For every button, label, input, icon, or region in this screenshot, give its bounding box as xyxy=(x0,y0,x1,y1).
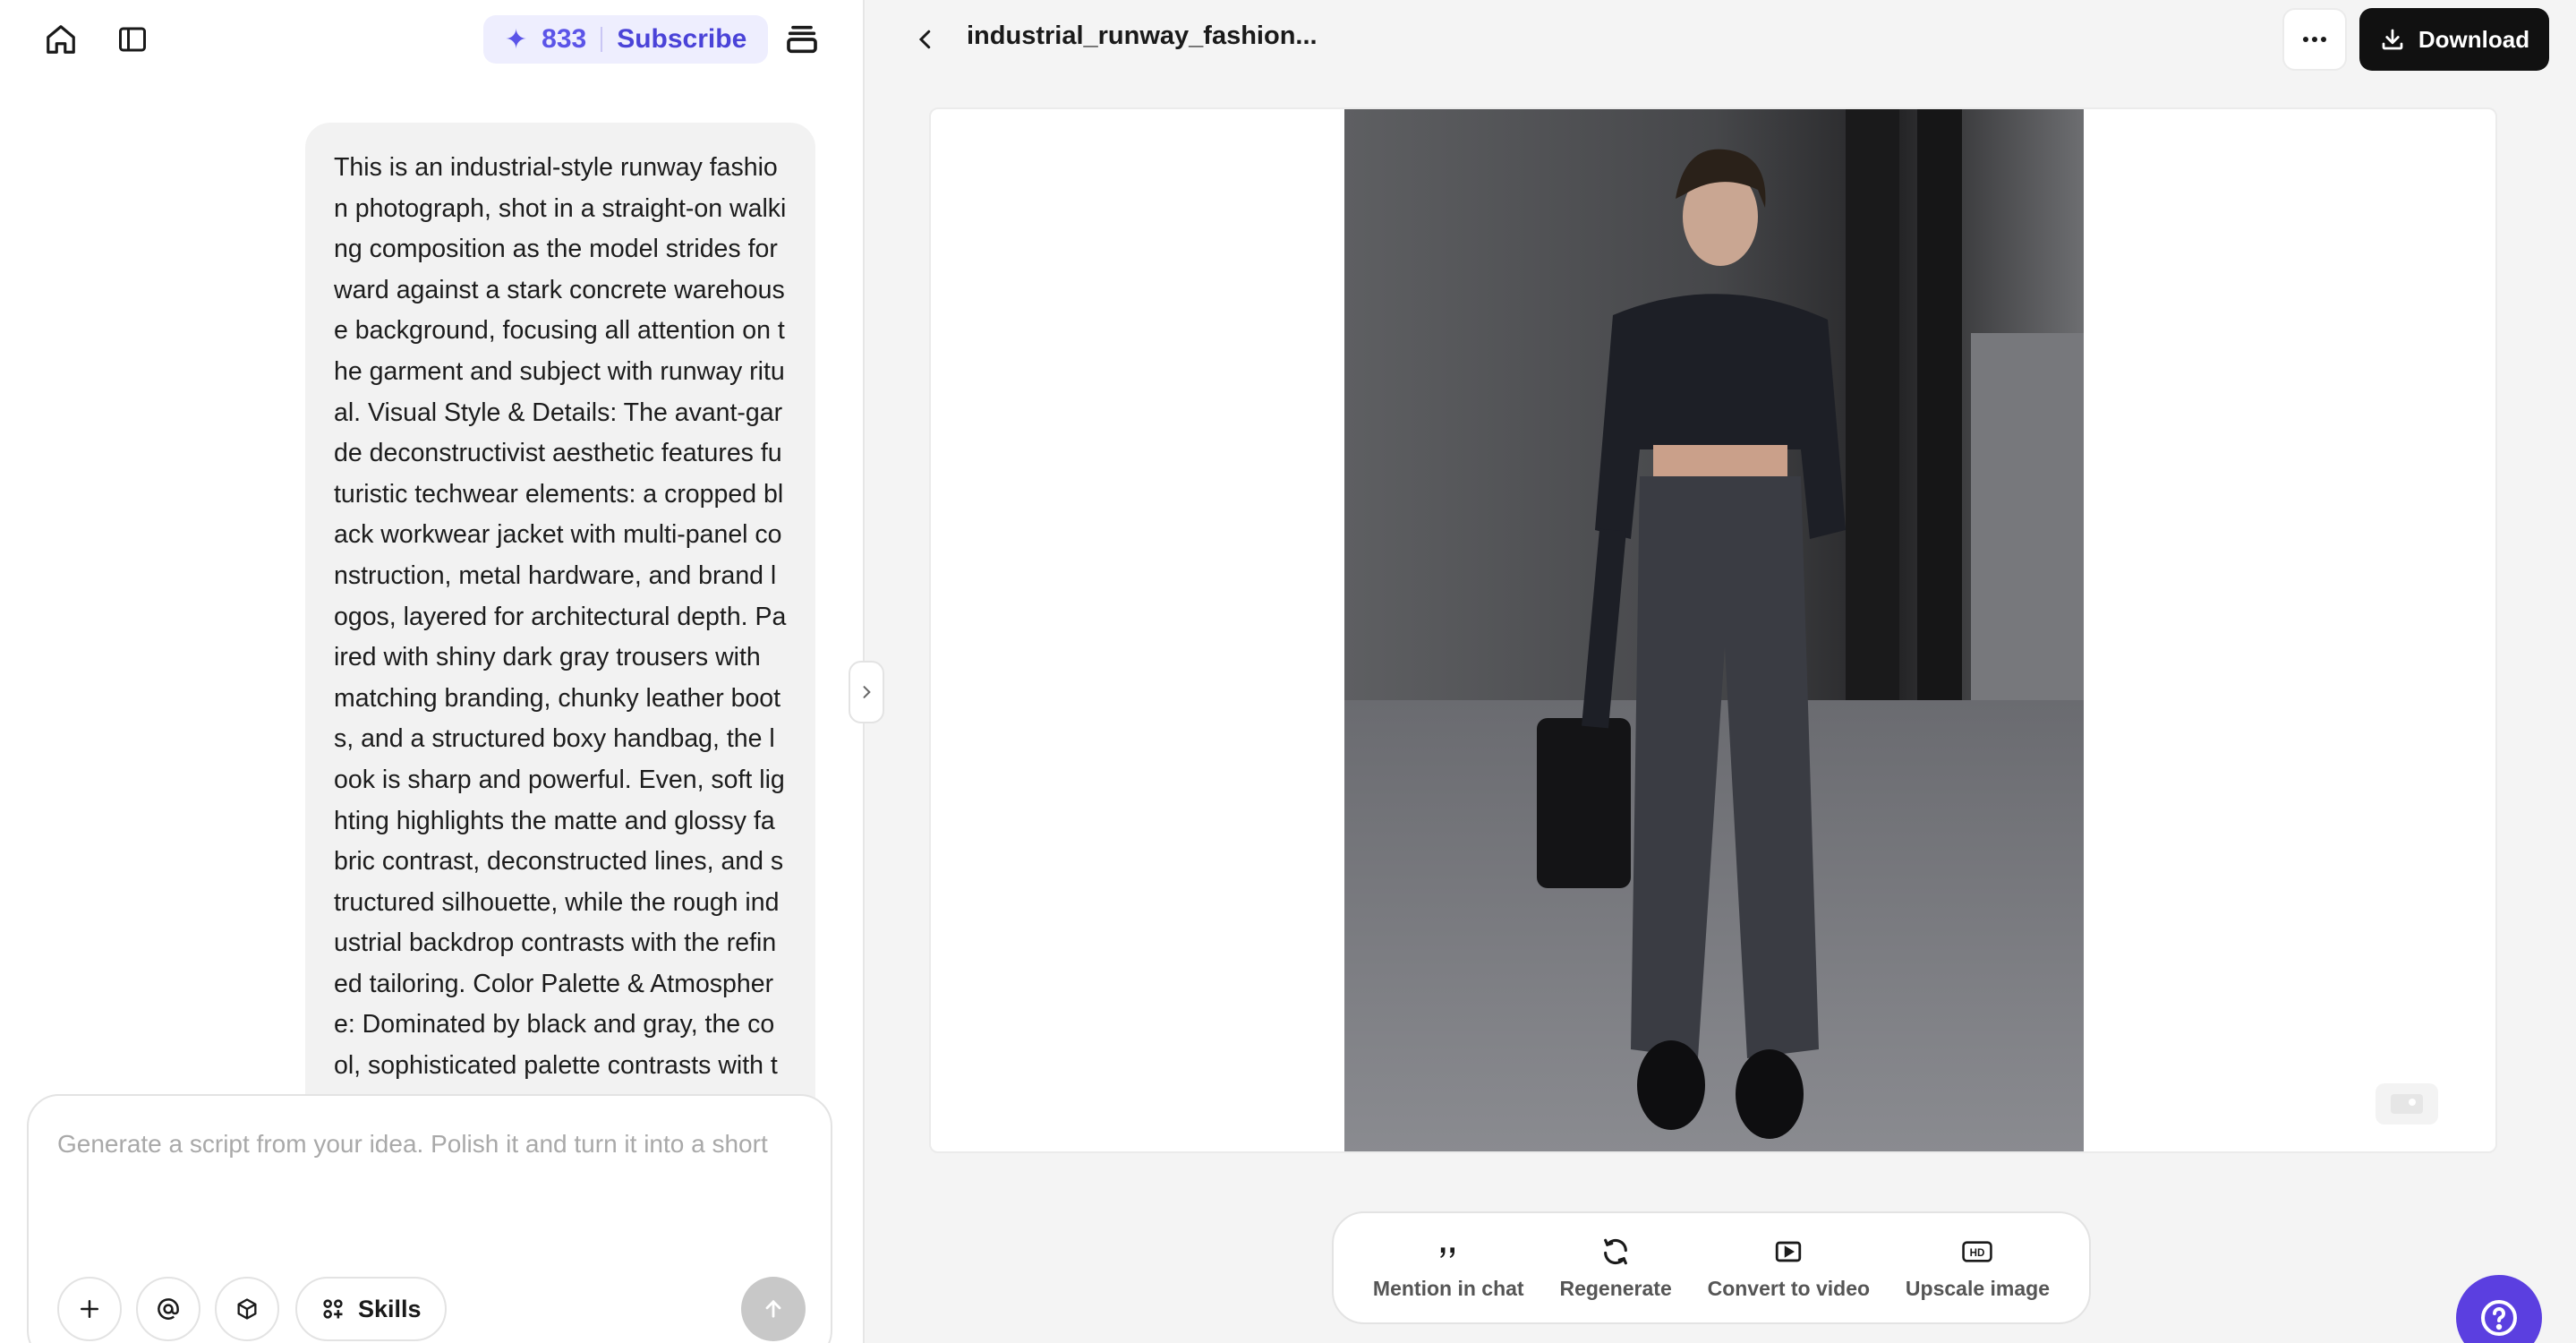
mention-in-chat-button[interactable]: Mention in chat xyxy=(1373,1236,1524,1301)
regenerate-button[interactable]: Regenerate xyxy=(1559,1236,1672,1301)
home-icon xyxy=(47,25,75,54)
home-button[interactable] xyxy=(36,14,86,64)
svg-text:HD: HD xyxy=(1970,1248,1985,1259)
chevron-right-icon xyxy=(863,686,871,698)
download-button[interactable]: Download xyxy=(2359,8,2549,71)
left-toolbar: ✦ 833 Subscribe xyxy=(0,0,865,79)
stack-menu-button[interactable] xyxy=(777,14,827,64)
arrow-up-icon xyxy=(765,1299,781,1318)
help-button[interactable] xyxy=(2456,1275,2542,1343)
subscribe-link[interactable]: Subscribe xyxy=(617,24,746,55)
panel-collapse-handle[interactable] xyxy=(849,661,884,723)
stack-icon xyxy=(787,25,817,54)
convert-to-video-button[interactable]: Convert to video xyxy=(1708,1236,1870,1301)
chat-composer[interactable]: Generate a script from your idea. Polish… xyxy=(27,1094,832,1343)
divider xyxy=(601,27,603,52)
image-canvas xyxy=(929,107,2497,1153)
credits-badge[interactable]: ✦ 833 Subscribe xyxy=(483,15,769,64)
sparkle-icon: ✦ xyxy=(505,24,528,55)
cube-icon xyxy=(237,1298,257,1320)
chat-panel: ✦ 833 Subscribe This is an industrial-st… xyxy=(0,0,865,1343)
preview-panel: industrial_runway_fashion... Download Me… xyxy=(866,0,2576,1343)
chevron-left-icon xyxy=(918,30,931,49)
back-button[interactable] xyxy=(904,18,947,61)
watermark-badge xyxy=(2376,1083,2438,1125)
model-button[interactable] xyxy=(215,1277,279,1341)
skills-label: Skills xyxy=(358,1295,422,1322)
video-icon xyxy=(1776,1241,1802,1262)
upscale-image-button[interactable]: HD Upscale image xyxy=(1906,1236,2050,1301)
file-title: industrial_runway_fashion... xyxy=(967,21,1318,50)
at-icon xyxy=(158,1298,179,1320)
image-action-bar: Mention in chat Regenerate Convert to vi… xyxy=(1332,1211,2091,1324)
hd-icon: HD xyxy=(1962,1240,1993,1262)
mention-button[interactable] xyxy=(136,1277,200,1341)
help-icon xyxy=(2481,1300,2517,1336)
credits-count: 833 xyxy=(542,24,587,54)
runway-photo xyxy=(1344,109,2084,1151)
send-button[interactable] xyxy=(741,1277,806,1341)
toggle-sidebar-button[interactable] xyxy=(107,14,158,64)
skills-grid-icon xyxy=(323,1299,343,1319)
download-label: Download xyxy=(2418,25,2530,53)
skills-button[interactable]: Skills xyxy=(295,1277,447,1341)
image-badge-icon xyxy=(2391,1094,2423,1114)
generated-image[interactable] xyxy=(1344,109,2084,1151)
quote-icon xyxy=(1440,1246,1455,1258)
add-attachment-button[interactable] xyxy=(57,1277,122,1341)
user-message-bubble: This is an industrial-style runway fashi… xyxy=(305,123,815,1108)
refresh-icon xyxy=(1604,1238,1627,1264)
more-options-button[interactable] xyxy=(2282,8,2347,71)
download-icon xyxy=(2382,29,2403,50)
more-icon xyxy=(2303,37,2326,42)
composer-placeholder[interactable]: Generate a script from your idea. Polish… xyxy=(57,1130,827,1159)
sidebar-icon xyxy=(119,27,146,52)
user-message-text: This is an industrial-style runway fashi… xyxy=(334,153,787,1108)
plus-icon xyxy=(81,1300,98,1318)
